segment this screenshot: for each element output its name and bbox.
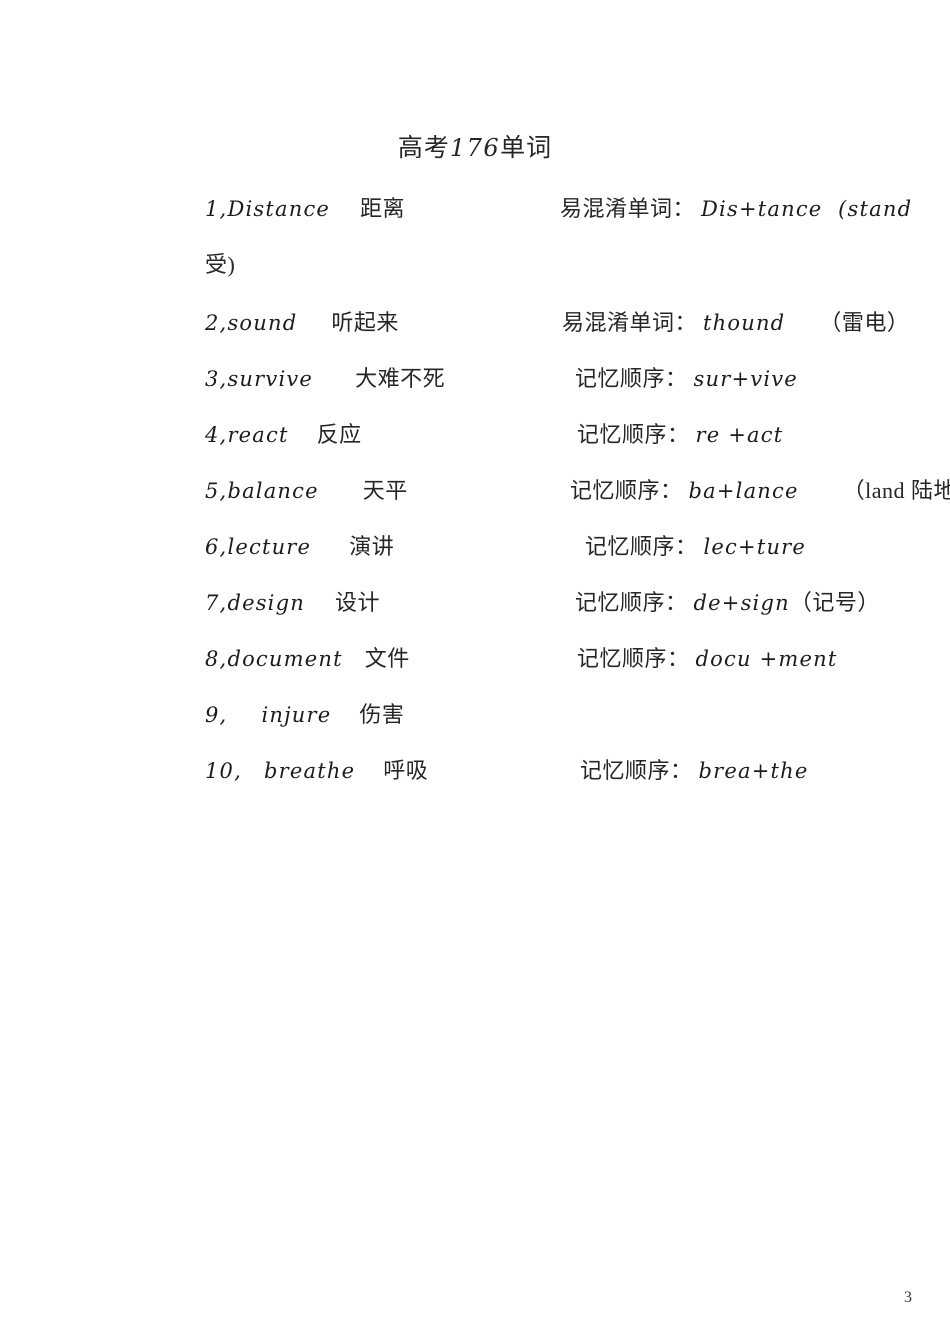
entry-note-value: Dis+tance (stand (701, 197, 913, 221)
list-item: 8,document 文件 记忆顺序： docu +ment (0, 636, 950, 692)
title-prefix: 高考 (397, 135, 450, 162)
entry-note-value: lec+ture (703, 535, 807, 559)
vocabulary-list: 1,Distance 距离 易混淆单词： Dis+tance (stand 受) 2… (0, 186, 950, 804)
list-item: 4,react 反应 记忆顺序： re +act (0, 412, 950, 468)
entry-note-value: thound (703, 311, 786, 335)
entry-right-column: 记忆顺序： lec+ture (585, 524, 806, 573)
entry-note-label: 记忆顺序： (577, 422, 690, 447)
entry-note-value: brea+the (698, 759, 809, 783)
entry-meaning: 呼吸 (383, 758, 429, 783)
entry-word: breathe (264, 759, 356, 783)
page-number: 3 (904, 1289, 912, 1306)
entry-meaning: 距离 (360, 196, 406, 221)
entry-right-column: 记忆顺序： brea+the (580, 748, 809, 797)
entry-word: injure (261, 703, 332, 727)
entry-right-column: 易混淆单词： thound （雷电） (562, 300, 909, 349)
entry-meaning: 伤害 (359, 702, 405, 727)
entry-meaning: 文件 (364, 646, 410, 671)
entry-note-label: 易混淆单词： (562, 310, 698, 335)
entry-meaning: 演讲 (349, 534, 395, 559)
entry-note-value: ba+lance (688, 479, 799, 503)
list-item: 1,Distance 距离 易混淆单词： Dis+tance (stand (0, 186, 950, 242)
entry-index: 7, (205, 591, 228, 615)
entry-word: sound (227, 311, 298, 335)
entry-right-column: 记忆顺序： ba+lance （land 陆地 (570, 468, 950, 517)
page-title: 高考176单词 (0, 128, 950, 164)
entry-right-column: 记忆顺序： sur+vive (575, 356, 798, 405)
entry-continuation: 受) (205, 242, 235, 291)
entry-word: design (227, 591, 305, 615)
entry-left-column: 9, injure 伤害 (205, 692, 404, 741)
entry-index: 2, (205, 311, 228, 335)
list-item: 6,lecture 演讲 记忆顺序： lec+ture (0, 524, 950, 580)
list-item: 9, injure 伤害 (0, 692, 950, 748)
entry-note-extra: （雷电） (819, 310, 910, 335)
entry-note-label: 记忆顺序： (575, 590, 688, 615)
entry-index: 5, (205, 479, 228, 503)
list-item: 3,survive 大难不死 记忆顺序： sur+vive (0, 356, 950, 412)
entry-note-label: 记忆顺序： (580, 758, 693, 783)
entry-note-value: sur+vive (693, 367, 798, 391)
title-suffix: 单词 (500, 135, 553, 162)
entry-word: lecture (227, 535, 312, 559)
entry-index: 1, (205, 197, 228, 221)
entry-right-column: 记忆顺序： de+sign（记号） (575, 580, 880, 629)
entry-left-column: 1,Distance 距离 (205, 186, 405, 235)
entry-left-column: 10, breathe 呼吸 (205, 748, 428, 797)
entry-meaning: 大难不死 (355, 366, 446, 391)
entry-meaning: 反应 (316, 422, 362, 447)
entry-left-column: 6,lecture 演讲 (205, 524, 394, 573)
title-number: 176 (449, 134, 501, 162)
entry-meaning: 天平 (362, 478, 408, 503)
entry-continuation-text: 受) (205, 252, 236, 277)
entry-note-value: de+sign (693, 591, 790, 615)
entry-index: 8, (205, 647, 228, 671)
entry-note-extra: （记号） (789, 590, 880, 615)
entry-word: document (227, 647, 343, 671)
entry-note-label: 记忆顺序： (570, 478, 683, 503)
entry-note-value: docu +ment (695, 647, 838, 671)
entry-left-column: 4,react 反应 (205, 412, 362, 461)
entry-word: react (227, 423, 289, 447)
entry-word: balance (227, 479, 319, 503)
entry-note-value: re +act (695, 423, 784, 447)
entry-left-column: 8,document 文件 (205, 636, 410, 685)
list-item-continuation: 受) (0, 242, 950, 300)
entry-right-column: 记忆顺序： re +act (577, 412, 783, 461)
entry-right-column: 易混淆单词： Dis+tance (stand (560, 186, 912, 235)
entry-note-label: 记忆顺序： (577, 646, 690, 671)
entry-left-column: 2,sound 听起来 (205, 300, 399, 349)
entry-index: 3, (205, 367, 228, 391)
entry-note-extra: （land 陆地 (842, 478, 950, 503)
document-page: 高考176单词 1,Distance 距离 易混淆单词： Dis+tance (st… (0, 0, 950, 1343)
entry-meaning: 听起来 (331, 310, 399, 335)
entry-word: Distance (227, 197, 331, 221)
entry-left-column: 5,balance 天平 (205, 468, 408, 517)
entry-word: survive (227, 367, 314, 391)
entry-index: 4, (205, 423, 228, 447)
entry-note-label: 易混淆单词： (560, 196, 696, 221)
entry-index: 6, (205, 535, 228, 559)
entry-left-column: 7,design 设计 (205, 580, 380, 629)
entry-left-column: 3,survive 大难不死 (205, 356, 445, 405)
entry-index: 10, (205, 759, 242, 783)
entry-note-label: 记忆顺序： (585, 534, 698, 559)
list-item: 5,balance 天平 记忆顺序： ba+lance （land 陆地 (0, 468, 950, 524)
entry-note-label: 记忆顺序： (575, 366, 688, 391)
entry-index: 9, (205, 703, 228, 727)
list-item: 2,sound 听起来 易混淆单词： thound （雷电） (0, 300, 950, 356)
entry-right-column: 记忆顺序： docu +ment (577, 636, 837, 685)
list-item: 10, breathe 呼吸 记忆顺序： brea+the (0, 748, 950, 804)
entry-meaning: 设计 (334, 590, 380, 615)
list-item: 7,design 设计 记忆顺序： de+sign（记号） (0, 580, 950, 636)
